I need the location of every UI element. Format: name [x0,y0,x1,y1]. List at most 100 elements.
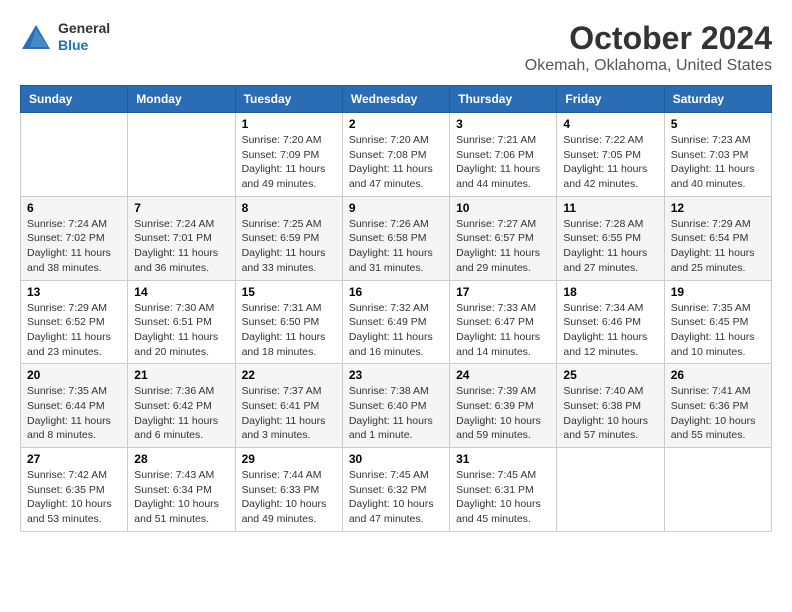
day-number: 3 [456,117,550,131]
calendar-cell: 17 Sunrise: 7:33 AM Sunset: 6:47 PM Dayli… [450,280,557,364]
header-sunday: Sunday [21,86,128,113]
calendar-cell: 9Sunrise: 7:26 AM Sunset: 6:58 PM Daylig… [342,196,449,280]
day-info: Sunrise: 7:45 AM Sunset: 6:31 PM Dayligh… [456,468,550,527]
day-info: Sunrise: 7:40 AM Sunset: 6:38 PM Dayligh… [563,384,657,443]
day-number: 28 [134,452,228,466]
day-number: 14 [134,285,228,299]
calendar-cell: 21 Sunrise: 7:36 AM Sunset: 6:42 PM Dayli… [128,364,235,448]
day-number: 19 [671,285,765,299]
title-block: October 2024 Okemah, Oklahoma, United St… [525,20,772,75]
day-info: Sunrise: 7:39 AM Sunset: 6:39 PM Dayligh… [456,384,550,443]
day-number: 20 [27,368,121,382]
header-row: SundayMondayTuesdayWednesdayThursdayFrid… [21,86,772,113]
day-info: Sunrise: 7:21 AM Sunset: 7:06 PM Dayligh… [456,133,550,192]
day-info: Sunrise: 7:24 AM Sunset: 7:01 PM Dayligh… [134,217,228,276]
logo-text: General Blue [58,20,110,54]
calendar-cell: 18 Sunrise: 7:34 AM Sunset: 6:46 PM Dayli… [557,280,664,364]
day-number: 8 [242,201,336,215]
day-info: Sunrise: 7:32 AM Sunset: 6:49 PM Dayligh… [349,301,443,360]
week-row-3: 13 Sunrise: 7:29 AM Sunset: 6:52 PM Dayli… [21,280,772,364]
calendar-cell: 26Sunrise: 7:41 AM Sunset: 6:36 PM Dayli… [664,364,771,448]
calendar-cell: 11Sunrise: 7:28 AM Sunset: 6:55 PM Dayli… [557,196,664,280]
calendar-cell: 15Sunrise: 7:31 AM Sunset: 6:50 PM Dayli… [235,280,342,364]
calendar-cell: 28Sunrise: 7:43 AM Sunset: 6:34 PM Dayli… [128,448,235,532]
day-number: 2 [349,117,443,131]
day-info: Sunrise: 7:29 AM Sunset: 6:52 PM Dayligh… [27,301,121,360]
day-number: 17 [456,285,550,299]
page-title: October 2024 [525,20,772,57]
day-number: 13 [27,285,121,299]
day-number: 21 [134,368,228,382]
week-row-5: 27Sunrise: 7:42 AM Sunset: 6:35 PM Dayli… [21,448,772,532]
calendar-cell: 2 Sunrise: 7:20 AM Sunset: 7:08 PM Daylig… [342,113,449,197]
week-row-2: 6 Sunrise: 7:24 AM Sunset: 7:02 PM Daylig… [21,196,772,280]
day-number: 30 [349,452,443,466]
day-info: Sunrise: 7:20 AM Sunset: 7:09 PM Dayligh… [242,133,336,192]
calendar-cell: 20 Sunrise: 7:35 AM Sunset: 6:44 PM Dayli… [21,364,128,448]
day-number: 26 [671,368,765,382]
calendar-body: 1Sunrise: 7:20 AM Sunset: 7:09 PM Daylig… [21,113,772,532]
calendar-cell: 13 Sunrise: 7:29 AM Sunset: 6:52 PM Dayli… [21,280,128,364]
day-info: Sunrise: 7:36 AM Sunset: 6:42 PM Dayligh… [134,384,228,443]
day-number: 16 [349,285,443,299]
day-info: Sunrise: 7:35 AM Sunset: 6:45 PM Dayligh… [671,301,765,360]
calendar-cell: 10 Sunrise: 7:27 AM Sunset: 6:57 PM Dayli… [450,196,557,280]
day-number: 6 [27,201,121,215]
day-number: 22 [242,368,336,382]
week-row-1: 1Sunrise: 7:20 AM Sunset: 7:09 PM Daylig… [21,113,772,197]
day-number: 31 [456,452,550,466]
day-number: 7 [134,201,228,215]
day-number: 18 [563,285,657,299]
calendar-table: SundayMondayTuesdayWednesdayThursdayFrid… [20,85,772,532]
header-thursday: Thursday [450,86,557,113]
day-number: 29 [242,452,336,466]
logo-general: General [58,20,110,37]
header-tuesday: Tuesday [235,86,342,113]
calendar-cell: 4Sunrise: 7:22 AM Sunset: 7:05 PM Daylig… [557,113,664,197]
logo-blue: Blue [58,37,110,54]
calendar-cell: 23Sunrise: 7:38 AM Sunset: 6:40 PM Dayli… [342,364,449,448]
day-number: 15 [242,285,336,299]
day-number: 4 [563,117,657,131]
day-info: Sunrise: 7:24 AM Sunset: 7:02 PM Dayligh… [27,217,121,276]
day-info: Sunrise: 7:44 AM Sunset: 6:33 PM Dayligh… [242,468,336,527]
calendar-cell: 3 Sunrise: 7:21 AM Sunset: 7:06 PM Daylig… [450,113,557,197]
day-number: 24 [456,368,550,382]
calendar-cell: 1Sunrise: 7:20 AM Sunset: 7:09 PM Daylig… [235,113,342,197]
day-info: Sunrise: 7:33 AM Sunset: 6:47 PM Dayligh… [456,301,550,360]
day-number: 25 [563,368,657,382]
logo: General Blue [20,20,110,54]
day-info: Sunrise: 7:25 AM Sunset: 6:59 PM Dayligh… [242,217,336,276]
day-number: 10 [456,201,550,215]
day-info: Sunrise: 7:45 AM Sunset: 6:32 PM Dayligh… [349,468,443,527]
calendar-cell: 19 Sunrise: 7:35 AM Sunset: 6:45 PM Dayli… [664,280,771,364]
calendar-cell: 8 Sunrise: 7:25 AM Sunset: 6:59 PM Daylig… [235,196,342,280]
calendar-cell: 24 Sunrise: 7:39 AM Sunset: 6:39 PM Dayli… [450,364,557,448]
week-row-4: 20 Sunrise: 7:35 AM Sunset: 6:44 PM Dayli… [21,364,772,448]
day-info: Sunrise: 7:27 AM Sunset: 6:57 PM Dayligh… [456,217,550,276]
calendar-cell: 14Sunrise: 7:30 AM Sunset: 6:51 PM Dayli… [128,280,235,364]
day-number: 9 [349,201,443,215]
header-monday: Monday [128,86,235,113]
header-friday: Friday [557,86,664,113]
day-info: Sunrise: 7:38 AM Sunset: 6:40 PM Dayligh… [349,384,443,443]
day-info: Sunrise: 7:28 AM Sunset: 6:55 PM Dayligh… [563,217,657,276]
calendar-cell: 7 Sunrise: 7:24 AM Sunset: 7:01 PM Daylig… [128,196,235,280]
calendar-cell: 30 Sunrise: 7:45 AM Sunset: 6:32 PM Dayli… [342,448,449,532]
day-number: 12 [671,201,765,215]
calendar-cell [21,113,128,197]
day-info: Sunrise: 7:23 AM Sunset: 7:03 PM Dayligh… [671,133,765,192]
day-info: Sunrise: 7:35 AM Sunset: 6:44 PM Dayligh… [27,384,121,443]
calendar-cell: 16 Sunrise: 7:32 AM Sunset: 6:49 PM Dayli… [342,280,449,364]
calendar-cell: 6 Sunrise: 7:24 AM Sunset: 7:02 PM Daylig… [21,196,128,280]
calendar-cell: 5 Sunrise: 7:23 AM Sunset: 7:03 PM Daylig… [664,113,771,197]
calendar-cell: 27Sunrise: 7:42 AM Sunset: 6:35 PM Dayli… [21,448,128,532]
day-info: Sunrise: 7:20 AM Sunset: 7:08 PM Dayligh… [349,133,443,192]
calendar-cell: 29 Sunrise: 7:44 AM Sunset: 6:33 PM Dayli… [235,448,342,532]
day-info: Sunrise: 7:34 AM Sunset: 6:46 PM Dayligh… [563,301,657,360]
day-number: 5 [671,117,765,131]
day-info: Sunrise: 7:42 AM Sunset: 6:35 PM Dayligh… [27,468,121,527]
logo-icon [20,23,52,51]
page-header: General Blue October 2024 Okemah, Oklaho… [20,20,772,75]
calendar-cell: 25 Sunrise: 7:40 AM Sunset: 6:38 PM Dayli… [557,364,664,448]
